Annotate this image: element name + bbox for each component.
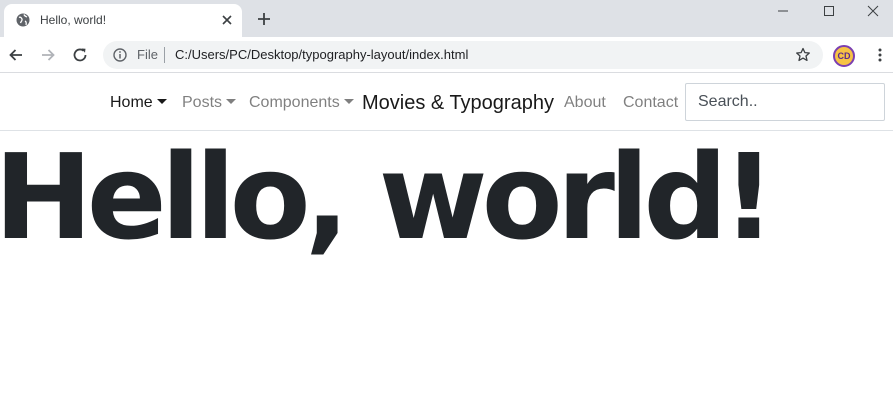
maximize-button[interactable] xyxy=(806,0,852,22)
nav-item-label: Components xyxy=(249,94,340,111)
nav-item-contact[interactable]: Contact xyxy=(623,93,678,113)
plus-icon[interactable] xyxy=(256,11,272,27)
close-icon[interactable] xyxy=(219,12,235,28)
nav-item-label: Posts xyxy=(182,94,223,111)
back-arrow-icon[interactable] xyxy=(7,46,25,64)
hero-heading: Hello, world! xyxy=(0,128,776,266)
nav-item-posts[interactable]: Posts xyxy=(182,93,237,113)
tab-strip: Hello, world! xyxy=(0,0,893,37)
browser-tab[interactable]: Hello, world! xyxy=(4,4,242,37)
caret-down-icon xyxy=(226,99,237,104)
nav-item-home[interactable]: Home xyxy=(110,93,167,113)
info-icon[interactable] xyxy=(113,48,127,62)
caret-down-icon xyxy=(156,99,167,104)
caret-down-icon xyxy=(343,99,354,104)
tab-title: Hello, world! xyxy=(40,13,107,27)
star-icon[interactable] xyxy=(795,47,811,63)
maximize-icon xyxy=(824,6,834,16)
site-navbar: Home Posts Components Movies & Typograph… xyxy=(0,74,893,131)
reload-icon[interactable] xyxy=(71,46,89,64)
kebab-menu-icon[interactable] xyxy=(872,47,888,63)
forward-arrow-icon[interactable] xyxy=(39,46,57,64)
window-close-icon xyxy=(867,5,878,17)
profile-avatar[interactable]: CD xyxy=(833,45,855,67)
nav-item-about[interactable]: About xyxy=(564,93,606,113)
minimize-button[interactable] xyxy=(760,0,806,22)
address-separator xyxy=(164,47,165,63)
window-close-button[interactable] xyxy=(852,0,893,22)
browser-toolbar: File C:/Users/PC/Desktop/typography-layo… xyxy=(0,37,893,73)
minimize-icon xyxy=(778,10,788,12)
search-input[interactable] xyxy=(685,83,885,121)
navbar-brand[interactable]: Movies & Typography xyxy=(362,91,554,115)
nav-item-components[interactable]: Components xyxy=(249,93,354,113)
address-bar[interactable]: File C:/Users/PC/Desktop/typography-layo… xyxy=(103,41,823,69)
scheme-label: File xyxy=(137,47,158,62)
nav-item-label: Home xyxy=(110,94,153,111)
globe-icon xyxy=(16,13,30,27)
url-text[interactable]: C:/Users/PC/Desktop/typography-layout/in… xyxy=(175,48,468,62)
